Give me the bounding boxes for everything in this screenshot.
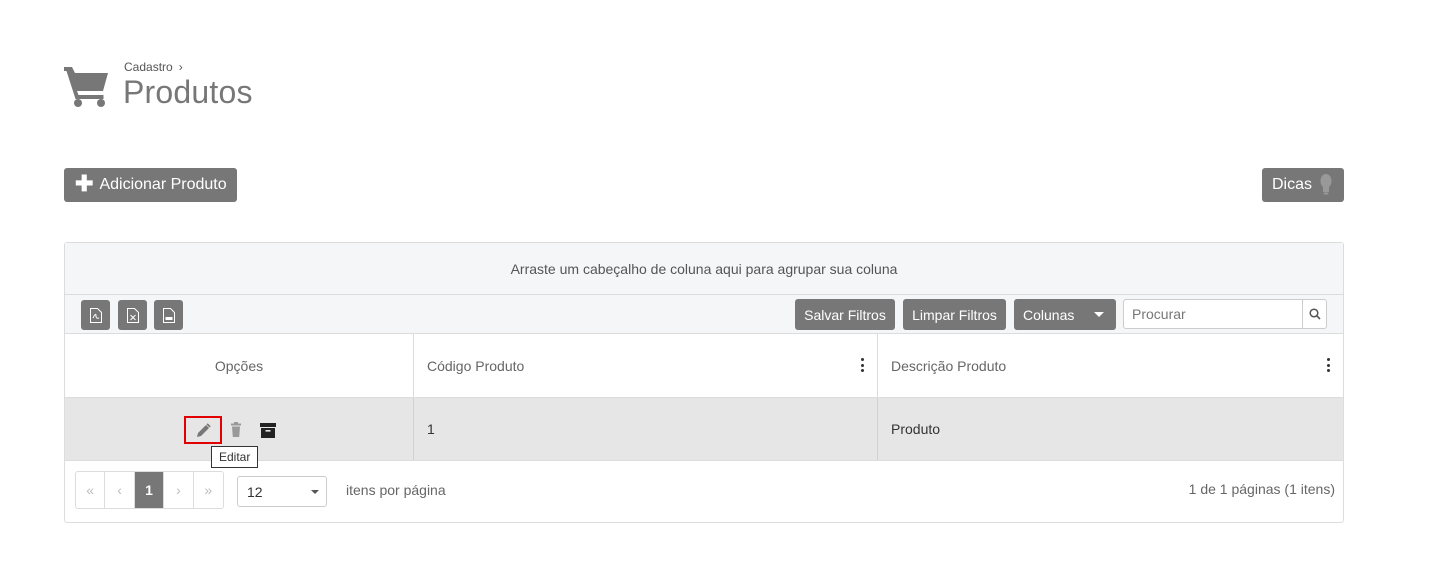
page-size-label: itens por página: [346, 482, 446, 498]
breadcrumb: Cadastro ›: [124, 60, 183, 74]
pager-buttons: « ‹ 1 › »: [75, 471, 224, 509]
clear-filters-button[interactable]: Limpar Filtros: [903, 299, 1006, 330]
pdf-file-icon: [89, 307, 102, 323]
shopping-cart-icon: [64, 67, 108, 107]
search-icon: [1308, 308, 1321, 320]
pencil-icon: [196, 422, 211, 437]
pager: « ‹ 1 › » 12 itens por página 1 de 1 pág…: [65, 461, 1343, 521]
column-header-label: Código Produto: [427, 357, 525, 374]
export-pdf-button[interactable]: [81, 300, 110, 330]
page-size-value: 12: [247, 483, 263, 500]
products-grid: Arraste um cabeçalho de coluna aqui para…: [64, 242, 1344, 523]
cell-descricao: Produto: [891, 421, 941, 437]
export-csv-button[interactable]: [154, 300, 183, 330]
edit-button[interactable]: [184, 416, 222, 444]
chevron-down-icon: [1094, 312, 1104, 317]
columns-dropdown[interactable]: Colunas: [1014, 299, 1116, 330]
column-header-label: Opções: [214, 357, 264, 374]
grid-toolbar: Salvar Filtros Limpar Filtros Colunas: [65, 295, 1343, 334]
search-button[interactable]: [1302, 300, 1326, 328]
chevron-right-icon: ›: [178, 60, 183, 74]
breadcrumb-item-cadastro[interactable]: Cadastro: [124, 60, 173, 74]
columns-dropdown-label: Colunas: [1023, 306, 1075, 323]
column-menu-icon[interactable]: [1327, 358, 1331, 372]
export-excel-button[interactable]: [118, 300, 147, 330]
column-header-codigo[interactable]: Código Produto: [414, 334, 878, 397]
current-page-button[interactable]: 1: [134, 472, 165, 508]
row-options-cell: Editar: [65, 398, 414, 468]
plus-icon: ✚: [75, 171, 94, 196]
page-header: Cadastro › Produtos: [64, 60, 464, 120]
archive-icon[interactable]: [260, 423, 276, 438]
search-box: [1123, 299, 1327, 329]
csv-file-icon: [162, 307, 175, 323]
trash-icon[interactable]: [229, 422, 243, 438]
page-size-select[interactable]: 12: [237, 476, 327, 507]
column-header-descricao[interactable]: Descrição Produto: [878, 334, 1343, 397]
page-title: Produtos: [123, 74, 253, 110]
edit-tooltip: Editar: [211, 446, 259, 468]
column-header-label: Descrição Produto: [891, 357, 1007, 374]
add-product-button[interactable]: ✚ Adicionar Produto: [64, 168, 237, 202]
lightbulb-icon: [1320, 174, 1332, 195]
excel-file-icon: [126, 307, 139, 323]
table-row[interactable]: Editar 1 Produto: [65, 398, 1343, 468]
table-header: Opções Código Produto Descrição Produto: [65, 334, 1343, 398]
column-header-opcoes[interactable]: Opções: [65, 334, 414, 397]
tips-button[interactable]: Dicas: [1262, 168, 1344, 202]
cell-codigo: 1: [414, 398, 878, 460]
column-menu-icon[interactable]: [861, 358, 865, 372]
search-input[interactable]: [1124, 300, 1302, 328]
last-page-button[interactable]: »: [194, 472, 223, 508]
group-panel[interactable]: Arraste um cabeçalho de coluna aqui para…: [65, 243, 1343, 295]
first-page-button[interactable]: «: [76, 472, 106, 508]
prev-page-button[interactable]: ‹: [105, 472, 135, 508]
chevron-down-icon: [311, 490, 319, 494]
group-panel-hint: Arraste um cabeçalho de coluna aqui para…: [510, 260, 898, 277]
save-filters-button[interactable]: Salvar Filtros: [795, 299, 895, 330]
tips-label: Dicas: [1272, 176, 1313, 193]
next-page-button[interactable]: ›: [164, 472, 194, 508]
pager-info: 1 de 1 páginas (1 itens): [1188, 481, 1335, 497]
add-product-label: Adicionar Produto: [99, 176, 227, 193]
